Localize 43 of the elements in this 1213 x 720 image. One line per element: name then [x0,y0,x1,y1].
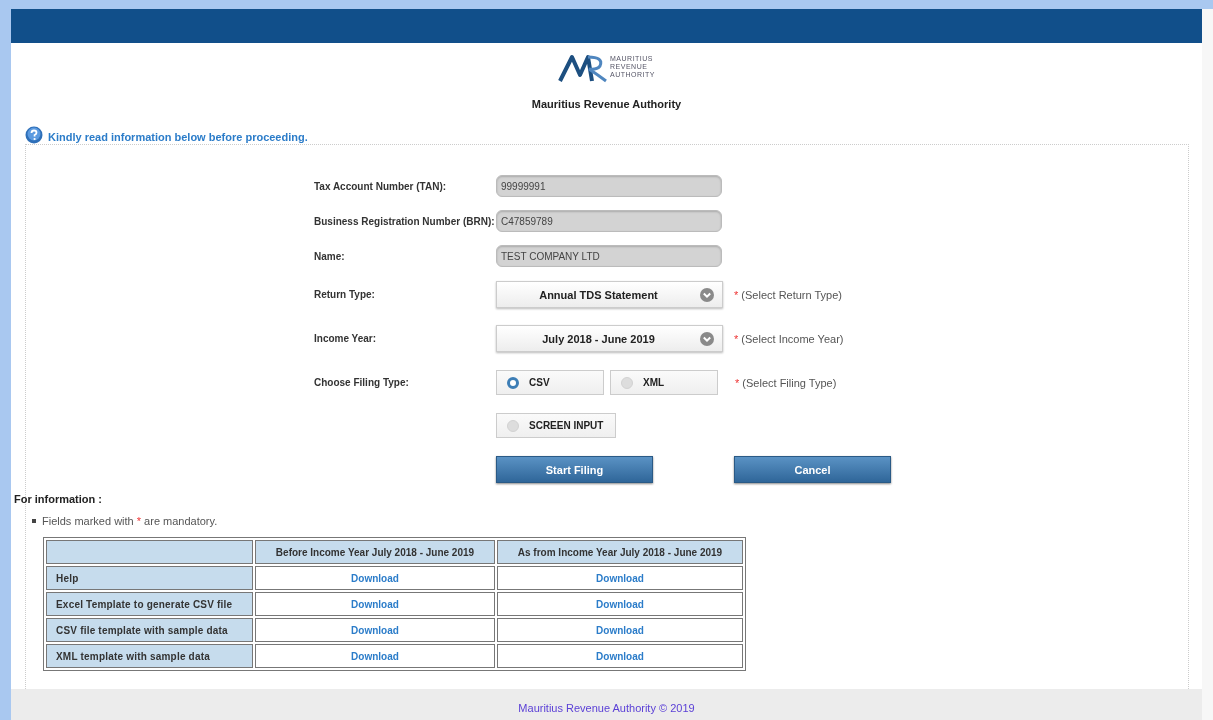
bullet-icon [32,519,36,523]
download-link[interactable]: Download [351,624,399,636]
field-label: Business Registration Number (BRN): [314,215,496,227]
column-header: Before Income Year July 2018 - June 2019 [255,540,495,564]
readonly-field[interactable]: 99999991 [496,175,722,197]
column-header: As from Income Year July 2018 - June 2019 [497,540,743,564]
field-label: Choose Filing Type: [314,377,410,388]
download-link[interactable]: Download [351,572,399,584]
radio-option[interactable]: SCREEN INPUT [496,413,617,438]
radio-option[interactable]: XML [610,370,718,395]
readonly-field[interactable]: C47859789 [496,210,722,232]
start-filing-button[interactable]: Start Filing [496,456,653,483]
required-hint: * (Select Filing Type) [735,376,837,389]
field-label: Return Type: [314,289,376,300]
radio-button[interactable] [507,376,519,389]
download-link[interactable]: Download [351,598,399,610]
row-header: XML template with sample data [46,644,253,668]
download-link[interactable]: Download [596,624,644,636]
field-label: Name: [314,250,346,262]
download-link[interactable]: Download [596,650,644,662]
radio-option[interactable]: CSV [496,370,604,395]
download-link[interactable]: Download [351,650,399,662]
required-hint: * (Select Return Type) [734,288,843,301]
row-header: Help [46,566,253,590]
cancel-button[interactable]: Cancel [734,456,891,483]
section-title: For information : [14,493,103,505]
row-header: CSV file template with sample data [46,618,253,642]
readonly-field[interactable]: TEST COMPANY LTD [496,245,722,267]
download-link[interactable]: Download [596,572,644,584]
copyright-text: Mauritius Revenue Authority © 2019 [518,702,695,714]
required-hint: * (Select Income Year) [734,332,844,345]
chevron-down-icon [700,287,714,302]
dropdown[interactable]: July 2018 - June 2019 [496,325,723,352]
notice-text: Kindly read information below before proceeding. [48,131,308,143]
organization-name: Mauritius Revenue Authority [530,98,683,110]
note-text: Fields marked with * are mandatory. [42,515,218,527]
download-link[interactable]: Download [596,598,644,610]
field-label: Income Year: [314,333,378,344]
dropdown[interactable]: Annual TDS Statement [496,281,723,308]
chevron-down-icon [700,331,714,346]
row-header: Excel Template to generate CSV file [46,592,253,616]
help-icon [25,126,43,144]
field-label: Tax Account Number (TAN): [314,180,448,192]
